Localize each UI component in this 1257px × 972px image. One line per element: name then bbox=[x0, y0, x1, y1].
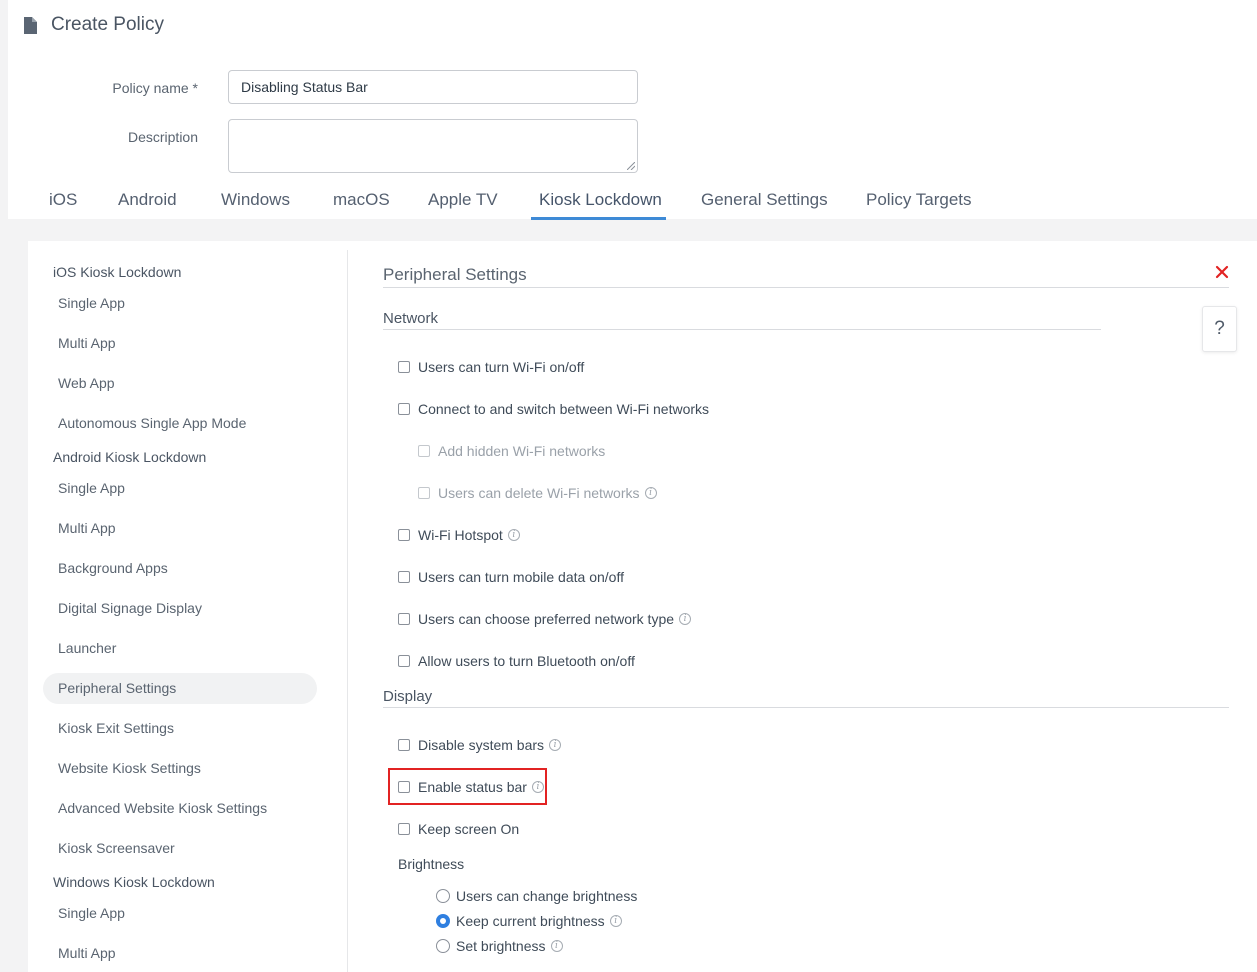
checkbox[interactable] bbox=[398, 529, 410, 541]
network-divider bbox=[383, 329, 1101, 330]
description-label: Description bbox=[127, 129, 198, 145]
sidebar-item-windows-multi-app[interactable]: Multi App bbox=[58, 945, 116, 961]
tab-ios[interactable]: iOS bbox=[49, 190, 77, 210]
checkbox[interactable] bbox=[398, 571, 410, 583]
sidebar-item-digital-signage[interactable]: Digital Signage Display bbox=[58, 600, 202, 616]
radio-set-brightness[interactable]: Set brightness i bbox=[436, 936, 563, 956]
sidebar-item-website-kiosk[interactable]: Website Kiosk Settings bbox=[58, 760, 201, 776]
radio-label: Keep current brightness bbox=[456, 913, 605, 929]
option-label: Allow users to turn Bluetooth on/off bbox=[418, 653, 635, 669]
resize-grip-icon[interactable] bbox=[627, 162, 635, 170]
info-icon[interactable]: i bbox=[550, 940, 563, 952]
radio-button[interactable] bbox=[436, 889, 450, 903]
sidebar-item-peripheral-settings[interactable]: Peripheral Settings bbox=[58, 680, 176, 696]
sidebar-item-ios-web-app[interactable]: Web App bbox=[58, 375, 115, 391]
option-label: Disable system bars bbox=[418, 737, 545, 753]
option-network-type[interactable]: Users can choose preferred network type … bbox=[398, 609, 692, 629]
radio-keep-current-brightness[interactable]: Keep current brightness i bbox=[436, 911, 622, 931]
checkbox bbox=[418, 487, 430, 499]
radio-label: Users can change brightness bbox=[456, 888, 638, 904]
tab-windows[interactable]: Windows bbox=[221, 190, 290, 210]
radio-button[interactable] bbox=[436, 939, 450, 953]
sidebar-item-ios-multi-app[interactable]: Multi App bbox=[58, 335, 116, 351]
checkbox[interactable] bbox=[398, 781, 410, 793]
info-icon[interactable]: i bbox=[679, 613, 692, 625]
active-tab-indicator bbox=[531, 217, 666, 220]
radio-label: Set brightness bbox=[456, 938, 546, 954]
sidebar-item-advanced-website-kiosk[interactable]: Advanced Website Kiosk Settings bbox=[58, 800, 267, 816]
tab-android[interactable]: Android bbox=[118, 190, 177, 210]
sidebar-item-android-single-app[interactable]: Single App bbox=[58, 480, 125, 496]
section-divider bbox=[383, 287, 1229, 288]
checkbox[interactable] bbox=[398, 361, 410, 373]
checkbox[interactable] bbox=[398, 655, 410, 667]
checkbox[interactable] bbox=[398, 739, 410, 751]
policy-name-label: Policy name * bbox=[112, 80, 198, 96]
option-label: Users can delete Wi-Fi networks bbox=[438, 485, 640, 501]
option-label: Add hidden Wi-Fi networks bbox=[438, 443, 606, 459]
info-icon[interactable]: i bbox=[644, 487, 657, 499]
option-label: Users can turn mobile data on/off bbox=[418, 569, 624, 585]
brightness-title: Brightness bbox=[398, 856, 465, 872]
policy-name-input[interactable]: Disabling Status Bar bbox=[228, 70, 638, 104]
option-label: Connect to and switch between Wi-Fi netw… bbox=[418, 401, 710, 417]
title-bar: Create Policy bbox=[24, 12, 164, 38]
policy-name-value: Disabling Status Bar bbox=[241, 79, 368, 95]
checkbox[interactable] bbox=[398, 403, 410, 415]
info-icon[interactable]: i bbox=[507, 529, 520, 541]
description-textarea[interactable] bbox=[228, 119, 638, 173]
option-label: Wi-Fi Hotspot bbox=[418, 527, 503, 543]
sidebar-item-background-apps[interactable]: Background Apps bbox=[58, 560, 168, 576]
network-title: Network bbox=[383, 310, 439, 327]
info-icon[interactable]: i bbox=[609, 915, 622, 927]
tab-macos[interactable]: macOS bbox=[333, 190, 390, 210]
help-button[interactable]: ? bbox=[1202, 306, 1237, 352]
sidebar-item-windows-single-app[interactable]: Single App bbox=[58, 905, 125, 921]
option-enable-status-bar[interactable]: Enable status bar i bbox=[398, 777, 544, 797]
checkbox[interactable] bbox=[398, 613, 410, 625]
sidebar-head-windows[interactable]: Windows Kiosk Lockdown bbox=[53, 874, 215, 890]
sidebar-head-ios[interactable]: iOS Kiosk Lockdown bbox=[53, 264, 181, 280]
kiosk-settings-card bbox=[28, 241, 1257, 972]
display-divider bbox=[383, 707, 1229, 708]
checkbox[interactable] bbox=[398, 823, 410, 835]
sidebar-item-android-multi-app[interactable]: Multi App bbox=[58, 520, 116, 536]
sidebar-item-ios-single-app[interactable]: Single App bbox=[58, 295, 125, 311]
tab-kiosk-lockdown[interactable]: Kiosk Lockdown bbox=[539, 190, 662, 210]
tab-apple-tv[interactable]: Apple TV bbox=[428, 190, 498, 210]
option-label: Users can choose preferred network type bbox=[418, 611, 675, 627]
page-title: Create Policy bbox=[51, 14, 164, 35]
option-add-hidden-wifi: Add hidden Wi-Fi networks bbox=[418, 441, 605, 461]
policy-header-card: Create Policy Policy name * Disabling St… bbox=[8, 0, 1257, 220]
display-title: Display bbox=[383, 688, 433, 705]
section-title: Peripheral Settings bbox=[383, 265, 527, 284]
option-label: Users can turn Wi-Fi on/off bbox=[418, 359, 585, 375]
sidebar-head-android[interactable]: Android Kiosk Lockdown bbox=[53, 449, 206, 465]
sidebar-item-launcher[interactable]: Launcher bbox=[58, 640, 116, 656]
option-bluetooth[interactable]: Allow users to turn Bluetooth on/off bbox=[398, 651, 635, 671]
radio-users-change-brightness[interactable]: Users can change brightness bbox=[436, 886, 637, 906]
option-disable-system-bars[interactable]: Disable system bars i bbox=[398, 735, 562, 755]
option-wifi-toggle[interactable]: Users can turn Wi-Fi on/off bbox=[398, 357, 584, 377]
info-icon[interactable]: i bbox=[549, 739, 562, 751]
tab-general-settings[interactable]: General Settings bbox=[701, 190, 828, 210]
help-icon: ? bbox=[1214, 318, 1225, 339]
close-icon[interactable] bbox=[1214, 264, 1230, 280]
sidebar-item-kiosk-exit[interactable]: Kiosk Exit Settings bbox=[58, 720, 174, 736]
option-keep-screen-on[interactable]: Keep screen On bbox=[398, 819, 519, 839]
sidebar-item-ios-autonomous[interactable]: Autonomous Single App Mode bbox=[58, 415, 246, 431]
document-icon bbox=[24, 16, 37, 34]
radio-button-selected[interactable] bbox=[436, 914, 450, 928]
option-mobile-data[interactable]: Users can turn mobile data on/off bbox=[398, 567, 624, 587]
tab-policy-targets[interactable]: Policy Targets bbox=[866, 190, 972, 210]
option-wifi-hotspot[interactable]: Wi-Fi Hotspot i bbox=[398, 525, 520, 545]
option-label: Enable status bar bbox=[418, 779, 527, 795]
option-wifi-switch[interactable]: Connect to and switch between Wi-Fi netw… bbox=[398, 399, 709, 419]
option-delete-wifi: Users can delete Wi-Fi networks i bbox=[418, 483, 657, 503]
sidebar-item-kiosk-screensaver[interactable]: Kiosk Screensaver bbox=[58, 840, 175, 856]
checkbox bbox=[418, 445, 430, 457]
option-label: Keep screen On bbox=[418, 821, 520, 837]
info-icon[interactable]: i bbox=[531, 781, 544, 793]
sidebar-divider bbox=[347, 250, 348, 972]
